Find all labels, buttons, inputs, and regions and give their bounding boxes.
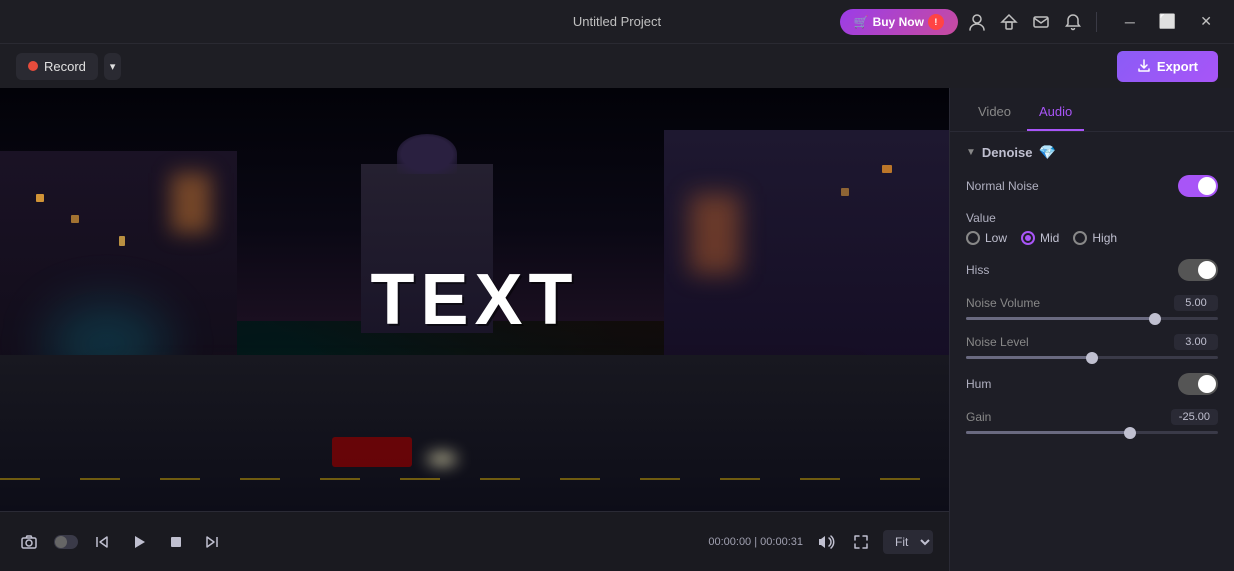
title-bar-right: 🛒 Buy Now ! ─ ⬜ ✕ — [840, 9, 1222, 35]
hum-toggle[interactable] — [1178, 373, 1218, 395]
thumbnail-dot — [54, 535, 78, 549]
tab-video[interactable]: Video — [966, 94, 1023, 131]
noise-volume-fill — [966, 317, 1155, 320]
noise-level-fill — [966, 356, 1092, 359]
toolbar: Record ▾ Export — [0, 44, 1234, 88]
hum-label: Hum — [966, 377, 991, 391]
main-content: TEXT — [0, 88, 1234, 571]
radio-high[interactable]: High — [1073, 231, 1117, 245]
radio-low[interactable]: Low — [966, 231, 1007, 245]
building-warm-light — [171, 173, 211, 233]
noise-volume-value: 5.00 — [1174, 295, 1218, 311]
camera-icon — [20, 533, 38, 551]
skip-back-button[interactable] — [90, 530, 114, 554]
noise-level-thumb[interactable] — [1086, 352, 1098, 364]
title-bar: Untitled Project 🛒 Buy Now ! ─ ⬜ ✕ — [0, 0, 1234, 44]
noise-level-header: Noise Level 3.00 — [966, 334, 1218, 350]
record-button[interactable]: Record — [16, 53, 98, 80]
radio-group-value: Low Mid High — [966, 231, 1218, 245]
window-light — [36, 194, 44, 202]
hum-row: Hum — [966, 373, 1218, 395]
record-group: Record ▾ — [16, 53, 121, 80]
volume-button[interactable] — [813, 529, 839, 555]
chevron-down-icon: ▼ — [966, 147, 976, 158]
gain-header: Gain -25.00 — [966, 409, 1218, 425]
controls-right: 00:00:00 | 00:00:31 Fit — [708, 529, 933, 555]
video-text-overlay: TEXT — [370, 259, 578, 341]
cart-icon: 🛒 — [854, 15, 869, 29]
normal-noise-row: Normal Noise — [966, 175, 1218, 197]
bell-icon-button[interactable] — [1060, 9, 1086, 35]
controls-left — [16, 529, 42, 555]
denoise-section-header[interactable]: ▼ Denoise 💎 — [966, 144, 1218, 161]
divider — [1096, 12, 1097, 32]
window-light — [841, 188, 849, 196]
stop-button[interactable] — [164, 530, 188, 554]
app-title: Untitled Project — [573, 14, 661, 29]
normal-noise-toggle[interactable] — [1178, 175, 1218, 197]
export-button[interactable]: Export — [1117, 51, 1218, 82]
normal-noise-label: Normal Noise — [966, 179, 1039, 193]
noise-volume-row: Noise Volume 5.00 — [966, 295, 1218, 320]
record-dropdown-button[interactable]: ▾ — [104, 53, 122, 80]
gain-value: -25.00 — [1171, 409, 1218, 425]
fit-select[interactable]: Fit — [883, 530, 933, 554]
minimize-button[interactable]: ─ — [1115, 10, 1145, 34]
radio-low-circle — [966, 231, 980, 245]
gain-thumb[interactable] — [1124, 427, 1136, 439]
window-light — [882, 165, 892, 173]
building-warm-light-2 — [690, 194, 740, 274]
noise-volume-label: Noise Volume — [966, 296, 1040, 310]
tab-audio[interactable]: Audio — [1027, 94, 1084, 131]
diamond-icon: 💎 — [1038, 144, 1055, 161]
noise-volume-thumb[interactable] — [1149, 313, 1161, 325]
thumb-inner — [55, 536, 67, 548]
noise-level-label: Noise Level — [966, 335, 1029, 349]
video-container: TEXT — [0, 88, 949, 511]
user-icon-button[interactable] — [964, 9, 990, 35]
hat-icon-button[interactable] — [996, 9, 1022, 35]
video-area: TEXT — [0, 88, 949, 571]
car-headlight — [427, 454, 457, 464]
window-controls: ─ ⬜ ✕ — [1115, 9, 1222, 34]
red-bus — [332, 437, 412, 467]
radio-high-circle — [1073, 231, 1087, 245]
gain-fill — [966, 431, 1130, 434]
panel-content: ▼ Denoise 💎 Normal Noise Value Low Mid — [950, 132, 1234, 571]
road — [0, 355, 949, 512]
hiss-row: Hiss — [966, 259, 1218, 281]
radio-mid[interactable]: Mid — [1021, 231, 1059, 245]
right-panel: Video Audio ▼ Denoise 💎 Normal Noise Val… — [949, 88, 1234, 571]
road-markings — [0, 478, 949, 480]
buy-now-button[interactable]: 🛒 Buy Now ! — [840, 9, 958, 35]
buy-badge: ! — [928, 14, 944, 30]
radio-mid-circle — [1021, 231, 1035, 245]
window-light — [119, 236, 125, 246]
export-icon — [1137, 59, 1151, 73]
hiss-label: Hiss — [966, 263, 989, 277]
gain-row: Gain -25.00 — [966, 409, 1218, 434]
record-dot-icon — [28, 61, 38, 71]
noise-level-row: Noise Level 3.00 — [966, 334, 1218, 359]
gain-label: Gain — [966, 410, 991, 424]
video-controls: 00:00:00 | 00:00:31 Fit — [0, 511, 949, 571]
dome — [397, 134, 457, 174]
time-display: 00:00:00 | 00:00:31 — [708, 536, 803, 548]
gain-track[interactable] — [966, 431, 1218, 434]
panel-tabs: Video Audio — [950, 88, 1234, 132]
skip-forward-button[interactable] — [200, 530, 224, 554]
noise-volume-track[interactable] — [966, 317, 1218, 320]
value-label: Value — [966, 211, 1218, 225]
play-button[interactable] — [126, 529, 152, 555]
fullscreen-button[interactable] — [849, 530, 873, 554]
hiss-toggle[interactable] — [1178, 259, 1218, 281]
screenshot-button[interactable] — [16, 529, 42, 555]
mail-icon-button[interactable] — [1028, 9, 1054, 35]
noise-level-value: 3.00 — [1174, 334, 1218, 350]
noise-level-track[interactable] — [966, 356, 1218, 359]
window-light — [71, 215, 79, 223]
maximize-button[interactable]: ⬜ — [1149, 9, 1186, 34]
noise-volume-header: Noise Volume 5.00 — [966, 295, 1218, 311]
close-button[interactable]: ✕ — [1190, 9, 1222, 34]
